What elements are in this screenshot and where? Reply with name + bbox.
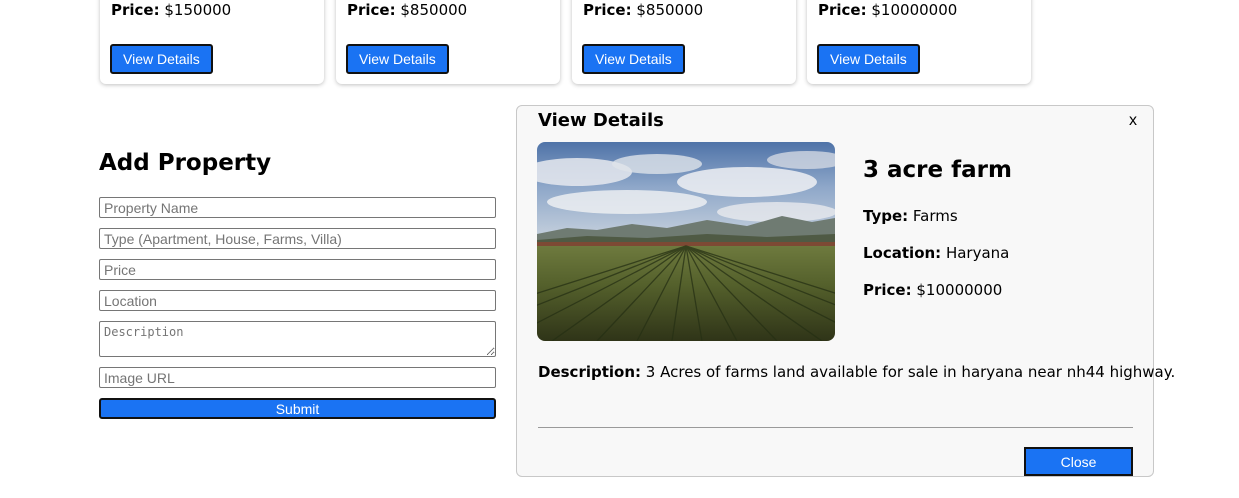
price-label: Price: bbox=[863, 281, 912, 299]
card-price-value: $10000000 bbox=[871, 1, 958, 19]
card-price-label: Price: bbox=[818, 1, 867, 19]
card-price-label: Price: bbox=[583, 1, 632, 19]
property-card: Price: $850000 View Details bbox=[336, 0, 560, 84]
property-type: Type: Farms bbox=[863, 206, 958, 226]
modal-title: View Details bbox=[538, 110, 664, 131]
view-details-modal: View Details x 3 acre farm Type: Farms L… bbox=[516, 105, 1175, 477]
property-type-input[interactable] bbox=[99, 228, 496, 249]
close-button[interactable]: Close bbox=[1024, 447, 1133, 476]
view-details-button[interactable]: View Details bbox=[346, 44, 449, 74]
card-price: Price: $10000000 bbox=[818, 0, 957, 20]
property-location: Location: Haryana bbox=[863, 243, 1009, 263]
view-details-button[interactable]: View Details bbox=[110, 44, 213, 74]
type-value: Farms bbox=[912, 207, 958, 225]
price-value: $10000000 bbox=[916, 281, 1003, 299]
card-price: Price: $850000 bbox=[347, 0, 467, 20]
property-card: Price: $10000000 View Details bbox=[807, 0, 1031, 84]
property-card: Price: $150000 View Details bbox=[100, 0, 324, 84]
add-property-title: Add Property bbox=[99, 150, 272, 176]
card-price-value: $850000 bbox=[400, 1, 468, 19]
description-textarea[interactable] bbox=[99, 321, 496, 357]
card-price: Price: $850000 bbox=[583, 0, 703, 20]
card-price-label: Price: bbox=[347, 1, 396, 19]
description-label: Description: bbox=[538, 363, 642, 381]
property-price: Price: $10000000 bbox=[863, 280, 1002, 300]
close-icon[interactable]: x bbox=[1127, 112, 1139, 130]
property-card: Price: $850000 View Details bbox=[572, 0, 796, 84]
card-price: Price: $150000 bbox=[111, 0, 231, 20]
property-description: Description: 3 Acres of farms land avail… bbox=[538, 362, 1175, 382]
submit-button[interactable]: Submit bbox=[99, 398, 496, 419]
card-price-label: Price: bbox=[111, 1, 160, 19]
type-label: Type: bbox=[863, 207, 909, 225]
view-details-button[interactable]: View Details bbox=[582, 44, 685, 74]
property-name-input[interactable] bbox=[99, 197, 496, 218]
description-value: 3 Acres of farms land available for sale… bbox=[645, 363, 1176, 381]
image-url-input[interactable] bbox=[99, 367, 496, 388]
card-price-value: $150000 bbox=[164, 1, 232, 19]
property-name: 3 acre farm bbox=[863, 157, 1012, 183]
location-value: Haryana bbox=[945, 244, 1010, 262]
price-input[interactable] bbox=[99, 259, 496, 280]
farm-field-image bbox=[537, 142, 835, 341]
property-image bbox=[537, 142, 835, 341]
card-price-value: $850000 bbox=[636, 1, 704, 19]
view-details-button[interactable]: View Details bbox=[817, 44, 920, 74]
modal-divider bbox=[538, 427, 1133, 428]
location-input[interactable] bbox=[99, 290, 496, 311]
location-label: Location: bbox=[863, 244, 942, 262]
